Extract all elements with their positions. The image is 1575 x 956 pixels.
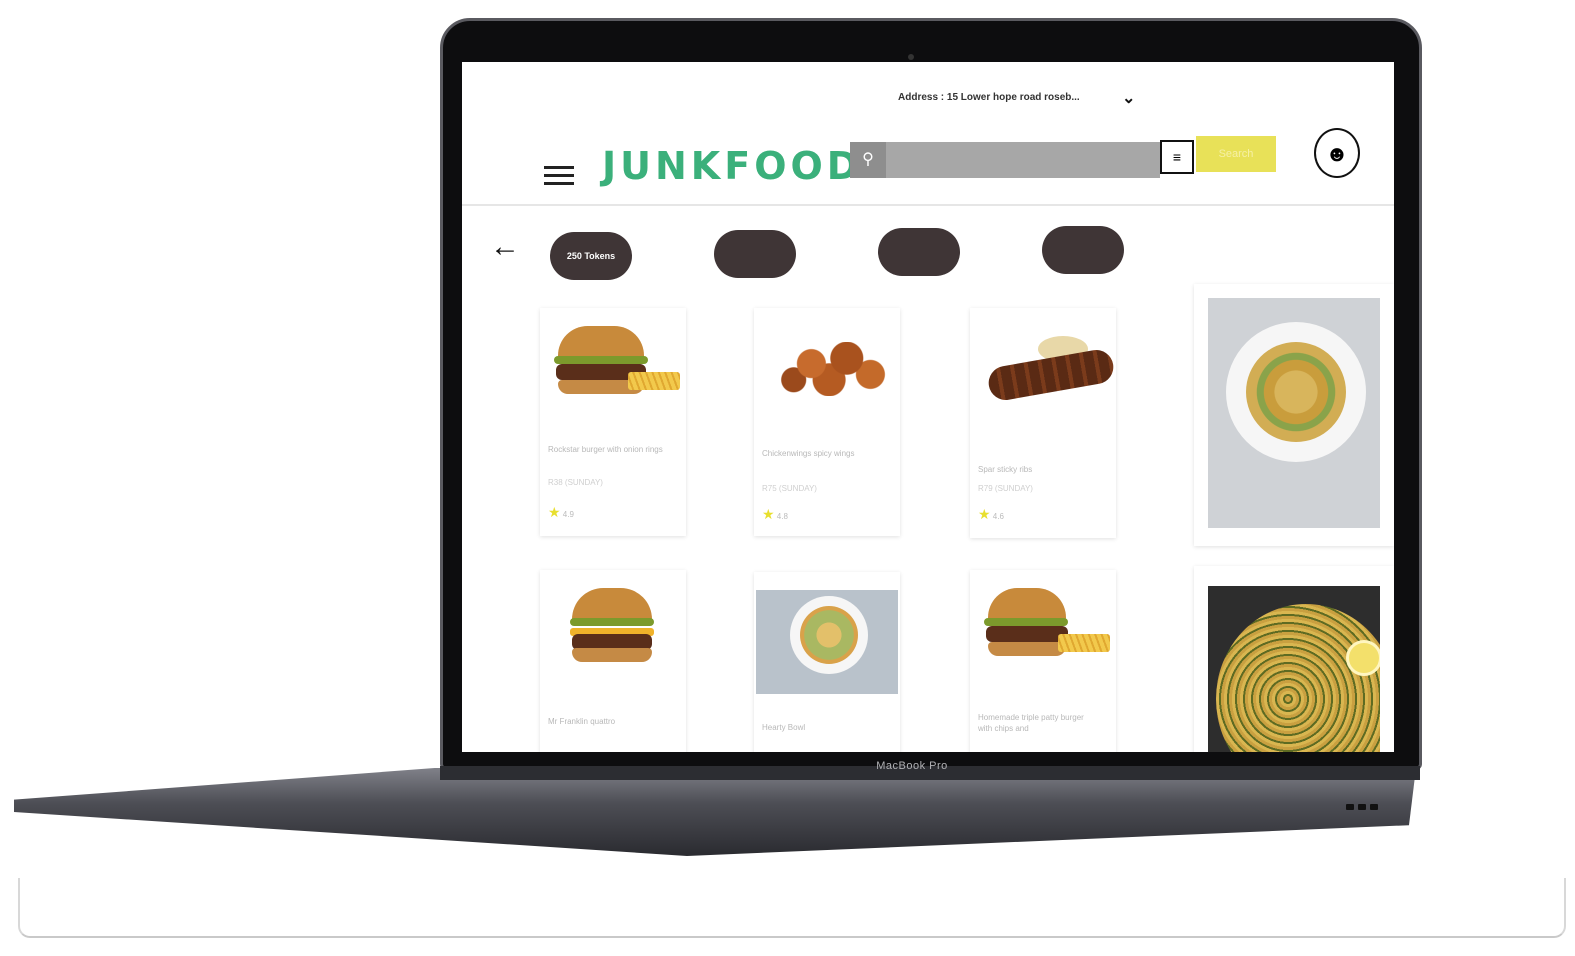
food-name: Chickenwings spicy wings (762, 449, 855, 458)
search-icon: ⚲ (850, 142, 886, 178)
product-mockup: MacBook Pro Address : 15 Lower hope road… (0, 0, 1575, 956)
food-image (1208, 586, 1380, 752)
filter-icon[interactable]: ≡ (1160, 140, 1194, 174)
star-icon: ★ (762, 506, 775, 522)
food-rating: ★ 4.6 (978, 506, 1004, 522)
laptop-base (14, 768, 1416, 856)
filter-pill[interactable] (714, 230, 796, 278)
food-card[interactable] (1194, 284, 1394, 546)
header-divider (462, 204, 1394, 206)
food-image (756, 590, 898, 694)
food-image (1208, 298, 1380, 528)
food-price: R79 (SUNDAY) (978, 484, 1033, 493)
app-logo[interactable]: JUNKFOOD (602, 144, 862, 188)
menu-icon[interactable] (544, 166, 574, 186)
star-icon: ★ (548, 504, 561, 520)
app-screen: Address : 15 Lower hope road roseb... ⌄ … (462, 62, 1394, 752)
food-card[interactable]: Hearty Bowl (754, 572, 900, 752)
food-card[interactable]: Homemade triple patty burger with chips … (970, 570, 1116, 752)
food-card[interactable] (1194, 566, 1394, 752)
food-rating: ★ 4.8 (762, 506, 788, 522)
food-rating: ★ 4.9 (548, 504, 574, 520)
food-name: Hearty Bowl (762, 723, 806, 732)
filter-pill[interactable] (1042, 226, 1124, 274)
food-card[interactable]: Mr Franklin quattro (540, 570, 686, 752)
filter-pill[interactable] (878, 228, 960, 276)
food-name: Rockstar burger with onion rings (548, 445, 663, 454)
tokens-pill[interactable]: 250 Tokens (550, 232, 632, 280)
search-input[interactable] (850, 142, 1160, 178)
device-brand-label: MacBook Pro (876, 760, 948, 772)
food-card[interactable]: Rockstar burger with onion rings R38 (SU… (540, 308, 686, 536)
user-icon[interactable]: ☻ (1314, 128, 1360, 178)
food-image (548, 318, 680, 404)
back-arrow-icon[interactable]: ← (490, 230, 520, 264)
food-image (762, 318, 894, 404)
food-card[interactable]: Spar sticky ribs R79 (SUNDAY) ★ 4.6 (970, 308, 1116, 538)
food-name: Spar sticky ribs (978, 465, 1033, 474)
webcam (908, 54, 914, 60)
star-icon: ★ (978, 506, 991, 522)
search-button[interactable]: Search (1196, 136, 1276, 172)
food-image (978, 318, 1116, 404)
food-name: Mr Franklin quattro (548, 717, 616, 726)
delivery-address[interactable]: Address : 15 Lower hope road roseb... (898, 92, 1080, 103)
food-image (548, 580, 678, 666)
food-card[interactable]: Chickenwings spicy wings R75 (SUNDAY) ★ … (754, 308, 900, 536)
food-price: R38 (SUNDAY) (548, 478, 603, 487)
food-price: R75 (SUNDAY) (762, 484, 817, 493)
side-ports (1346, 804, 1378, 810)
chevron-down-icon[interactable]: ⌄ (1122, 88, 1135, 108)
food-name: Homemade triple patty burger with chips … (978, 713, 1084, 733)
food-image (978, 580, 1110, 666)
floor-shadow (18, 878, 1566, 938)
